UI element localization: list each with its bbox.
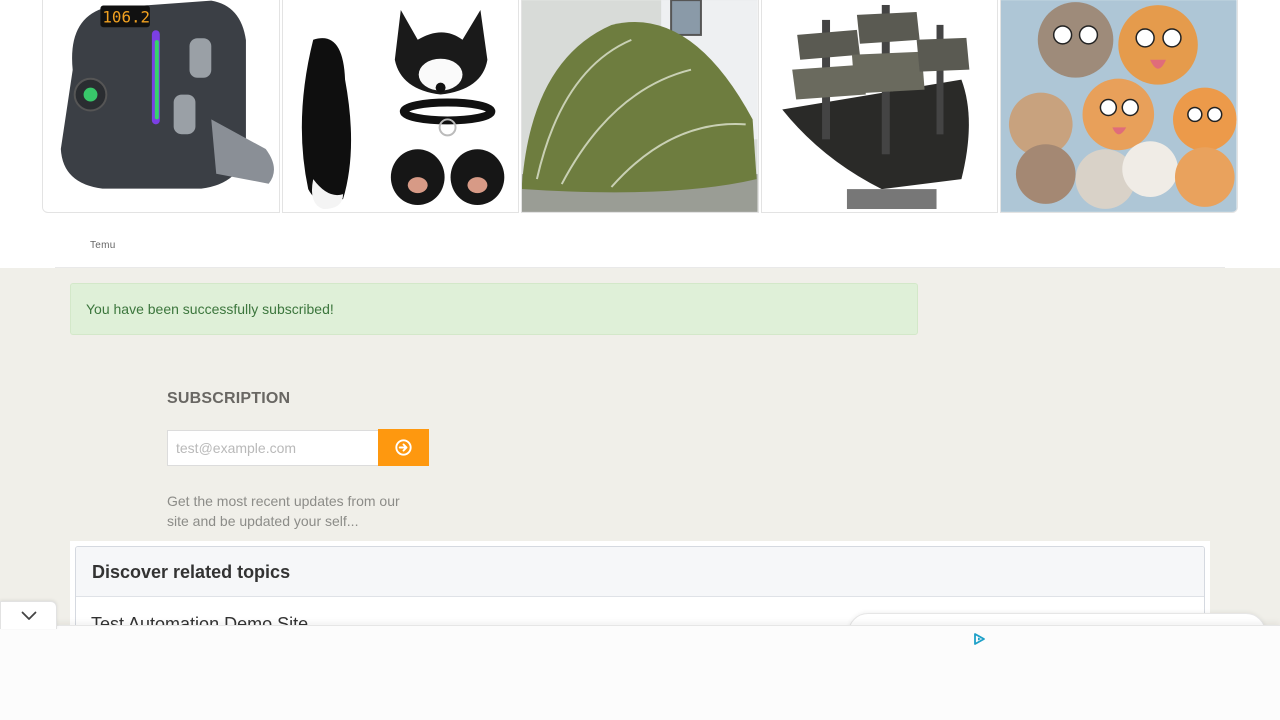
fm-transmitter-image: 106.2 <box>43 0 279 212</box>
ad-product-fox-tail[interactable] <box>281 0 520 213</box>
subscription-title: SUBSCRIPTION <box>167 390 291 407</box>
ad-product-fm-transmitter[interactable]: 106.2 <box>42 0 280 213</box>
ad-product-strip: 106.2 <box>42 0 1238 213</box>
related-topics-heading: Discover related topics <box>76 547 1204 597</box>
sticky-bottom-ad <box>0 625 1280 720</box>
success-alert: You have been successfully subscribed! <box>70 283 918 335</box>
dome-tent-image <box>522 0 758 212</box>
adchoices-icon[interactable] <box>972 632 986 646</box>
subscribe-button[interactable] <box>378 429 429 466</box>
ad-banner: 106.2 Temu <box>0 0 1280 268</box>
ad-collapse-button[interactable] <box>0 601 57 629</box>
subscription-description: Get the most recent updates from our sit… <box>167 493 400 529</box>
ad-product-pirate-ship[interactable] <box>760 0 999 213</box>
subscription-email-input[interactable] <box>167 430 379 466</box>
ad-brand-label[interactable]: Temu <box>90 240 116 251</box>
chevron-down-icon <box>21 611 36 620</box>
success-alert-message: You have been successfully subscribed! <box>86 301 334 317</box>
ad-product-cats[interactable] <box>1000 0 1238 213</box>
ad-product-tent[interactable] <box>521 0 759 213</box>
fm-display-text: 106.2 <box>102 7 150 26</box>
arrow-circle-right-icon <box>395 439 412 456</box>
funny-cats-image <box>1001 0 1237 212</box>
fox-tail-set-image <box>282 0 518 212</box>
pirate-ship-model-image <box>762 0 998 212</box>
ad-divider <box>55 267 1225 268</box>
